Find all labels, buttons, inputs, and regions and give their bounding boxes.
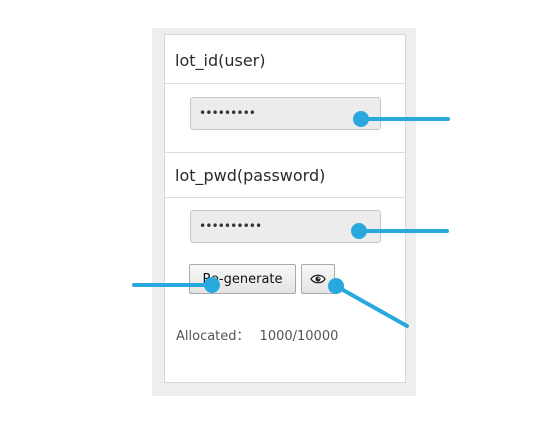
callout-dot-password-field xyxy=(351,223,367,239)
callout-line-eye xyxy=(334,284,409,328)
callout-annotations xyxy=(132,111,450,328)
callout-dot-user-field xyxy=(353,111,369,127)
callout-dot-regenerate xyxy=(204,277,220,293)
callout-dot-eye xyxy=(328,278,344,294)
